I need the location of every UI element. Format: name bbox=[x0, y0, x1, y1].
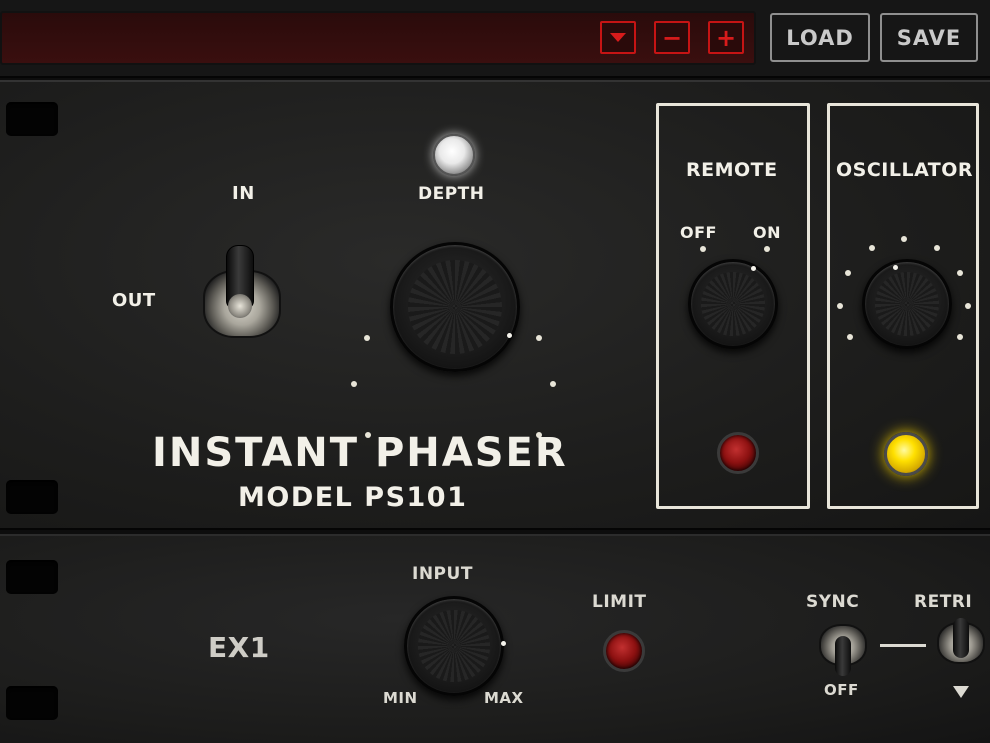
rack-mount-hole bbox=[6, 686, 58, 720]
retrig-label: RETRI bbox=[914, 592, 973, 612]
rack-mount-hole bbox=[6, 560, 58, 594]
depth-scale-dot bbox=[536, 335, 542, 341]
depth-scale-dot bbox=[364, 335, 370, 341]
oscillator-scale-dot bbox=[901, 236, 907, 242]
triangle-down-icon bbox=[610, 33, 626, 42]
remote-on-dot bbox=[764, 246, 770, 252]
oscillator-scale-dot bbox=[957, 270, 963, 276]
remote-off-label: OFF bbox=[680, 223, 717, 242]
oscillator-scale-dot bbox=[934, 245, 940, 251]
oscillator-scale-dot bbox=[845, 270, 851, 276]
input-knob[interactable] bbox=[404, 596, 506, 696]
oscillator-knob[interactable] bbox=[862, 259, 952, 349]
oscillator-scale-dot bbox=[847, 334, 853, 340]
remote-led bbox=[717, 432, 759, 474]
top-toolbar: − + LOAD SAVE bbox=[0, 0, 990, 78]
input-knob-pointer bbox=[501, 641, 506, 646]
switch-in-label: IN bbox=[232, 183, 255, 204]
sync-off-label: OFF bbox=[824, 681, 859, 699]
save-button[interactable]: SAVE bbox=[880, 13, 978, 62]
depth-knob[interactable] bbox=[390, 242, 520, 372]
oscillator-scale-dot bbox=[957, 334, 963, 340]
sync-toggle-lever[interactable] bbox=[835, 636, 851, 676]
depth-label: DEPTH bbox=[418, 184, 485, 204]
load-button[interactable]: LOAD bbox=[770, 13, 870, 62]
switch-out-label: OUT bbox=[112, 290, 156, 311]
oscillator-scale-dot bbox=[869, 245, 875, 251]
preset-next-button[interactable]: + bbox=[708, 21, 744, 54]
sync-label: SYNC bbox=[806, 592, 860, 612]
input-min-label: MIN bbox=[383, 689, 418, 707]
preset-display[interactable] bbox=[0, 11, 756, 65]
oscillator-scale-dot bbox=[837, 303, 843, 309]
preset-previous-button[interactable]: − bbox=[654, 21, 690, 54]
input-max-label: MAX bbox=[484, 689, 524, 707]
retrig-dropdown-arrow-icon[interactable] bbox=[953, 686, 969, 698]
plus-icon: + bbox=[715, 23, 737, 52]
oscillator-led bbox=[884, 432, 928, 476]
oscillator-title: OSCILLATOR bbox=[836, 159, 974, 181]
rack-mount-hole bbox=[6, 102, 58, 136]
brand-name: INSTANT PHASER bbox=[152, 430, 568, 476]
depth-indicator-light bbox=[433, 134, 475, 176]
ex1-unit: EX1 INPUT MIN MAX LIMIT SYNC OFF RETRI bbox=[0, 534, 990, 743]
remote-knob-pointer bbox=[751, 266, 756, 271]
remote-off-dot bbox=[700, 246, 706, 252]
oscillator-knob-pointer bbox=[893, 265, 898, 270]
depth-scale-dot bbox=[550, 381, 556, 387]
oscillator-scale-dot bbox=[965, 303, 971, 309]
rack-mount-hole bbox=[6, 480, 58, 514]
limit-label: LIMIT bbox=[592, 592, 647, 612]
ex1-label: EX1 bbox=[208, 631, 270, 664]
remote-title: REMOTE bbox=[686, 159, 778, 181]
input-label: INPUT bbox=[412, 564, 473, 584]
toggle-base bbox=[228, 294, 252, 318]
limit-led bbox=[603, 630, 645, 672]
sync-connector-line bbox=[880, 644, 926, 647]
model-label: MODEL PS101 bbox=[238, 482, 468, 513]
depth-knob-pointer bbox=[507, 333, 512, 338]
preset-dropdown-button[interactable] bbox=[600, 21, 636, 54]
depth-scale-dot bbox=[351, 381, 357, 387]
minus-icon: − bbox=[661, 23, 683, 52]
instant-phaser-unit: IN OUT DEPTH INSTANT PHASER MODEL PS101 … bbox=[0, 80, 990, 530]
remote-on-label: ON bbox=[753, 223, 781, 242]
remote-knob[interactable] bbox=[688, 259, 778, 349]
retrig-toggle-lever[interactable] bbox=[953, 618, 969, 658]
